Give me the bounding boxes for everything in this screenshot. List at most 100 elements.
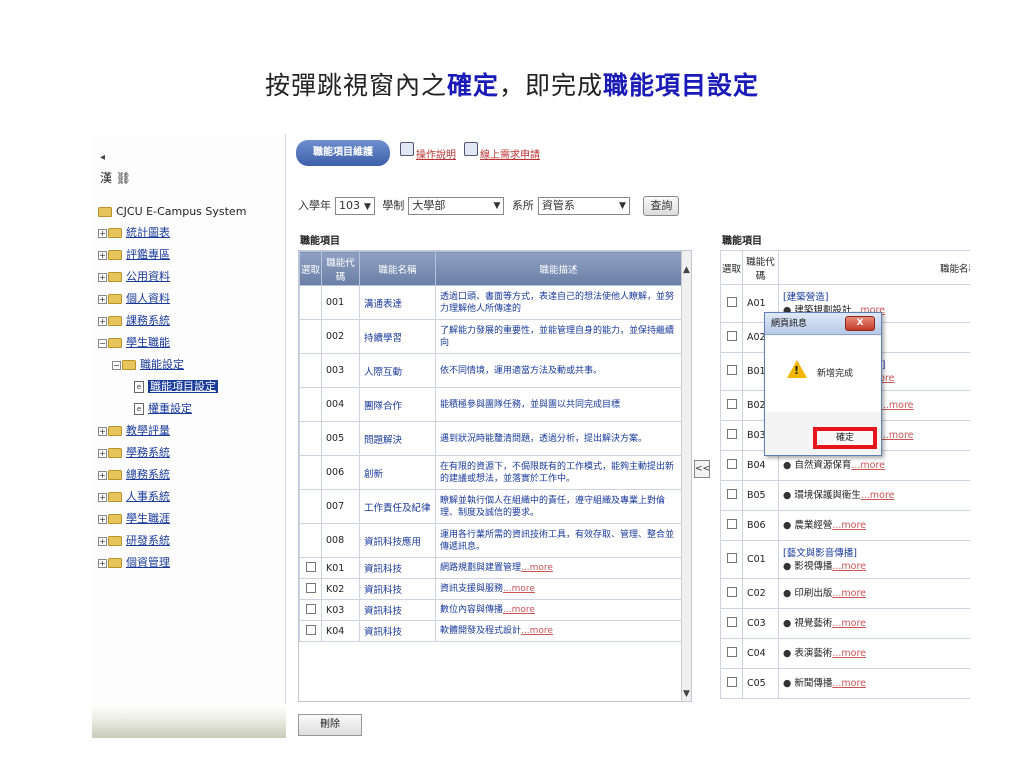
row-checkbox[interactable] <box>726 617 737 627</box>
tree-item-privacy[interactable]: + 個資管理 <box>98 555 170 571</box>
expand-plus-icon[interactable]: + <box>98 316 107 326</box>
code-cell: 004 <box>321 387 360 422</box>
tree-item-general-affairs[interactable]: + 總務系統 <box>98 467 170 483</box>
more-link[interactable]: ...more <box>832 678 866 689</box>
expand-plus-icon[interactable]: + <box>98 558 107 568</box>
tree-item-teaching-eval[interactable]: + 教學評量 <box>98 423 170 439</box>
more-link[interactable]: ...more <box>521 626 553 636</box>
row-checkbox[interactable] <box>726 519 737 529</box>
row-checkbox[interactable] <box>726 459 737 469</box>
table-row: C03 ● 視覺藝術...more <box>720 608 970 639</box>
row-checkbox[interactable] <box>726 553 737 563</box>
dept-label: 系所 <box>511 199 534 212</box>
tree-item-rnd[interactable]: + 研發系統 <box>98 533 170 549</box>
tree-item-stats[interactable]: + 統計圖表 <box>98 225 170 241</box>
tab-competency-maintenance[interactable]: 職能項目維護 <box>296 140 390 166</box>
expand-plus-icon[interactable]: + <box>98 536 107 546</box>
tree-item-career[interactable]: + 學生職涯 <box>98 511 170 527</box>
row-checkbox[interactable] <box>726 587 737 597</box>
folder-icon <box>108 514 122 524</box>
item-text: 環境保護與衛生 <box>794 490 861 501</box>
year-select[interactable]: 103 ▼ <box>335 197 375 215</box>
code-cell: 003 <box>321 353 360 388</box>
collapse-minus-icon[interactable]: − <box>98 338 107 348</box>
expand-plus-icon[interactable]: + <box>98 250 107 260</box>
more-link[interactable]: ...more <box>861 490 895 501</box>
row-checkbox[interactable] <box>726 331 737 341</box>
scroll-down-icon[interactable]: ▼ <box>683 689 690 699</box>
more-link[interactable]: ...more <box>503 605 535 615</box>
row-checkbox[interactable] <box>305 582 316 593</box>
query-button[interactable]: 查詢 <box>643 196 680 216</box>
left-table-scrollbar[interactable]: ▲ ▼ <box>681 251 691 701</box>
more-link[interactable]: ...more <box>880 400 914 411</box>
scroll-up-icon[interactable]: ▲ <box>683 265 690 275</box>
tree-item-public[interactable]: + 公用資料 <box>98 269 170 285</box>
row-checkbox[interactable] <box>726 399 737 409</box>
more-link[interactable]: ...more <box>832 561 866 572</box>
more-link[interactable]: ...more <box>832 520 866 531</box>
tree-item-label: 學生職能 <box>126 336 170 349</box>
tree-item-competency-setting[interactable]: − 職能設定 <box>112 357 184 373</box>
tree-item-hr[interactable]: + 人事系統 <box>98 489 170 505</box>
select-cell <box>720 390 743 421</box>
expand-plus-icon[interactable]: + <box>98 492 107 502</box>
more-link[interactable]: ...more <box>832 618 866 629</box>
more-link[interactable]: ...more <box>832 648 866 659</box>
table-row: 004 團隊合作 能積極參與團隊任務，並與團以共同完成目標 <box>299 387 682 422</box>
tree-item-student-affairs[interactable]: + 學務系統 <box>98 445 170 461</box>
delete-button[interactable]: 刪除 <box>298 714 362 736</box>
table-row: K01 資訊科技 網路規劃與建置管理...more <box>299 557 682 579</box>
slide-title: 按彈跳視窗內之確定，即完成職能項目設定 <box>0 66 1024 102</box>
expand-plus-icon[interactable]: + <box>98 294 107 304</box>
expand-plus-icon[interactable]: + <box>98 272 107 282</box>
code-cell: K03 <box>321 599 360 621</box>
expand-plus-icon[interactable]: + <box>98 426 107 436</box>
ok-button[interactable]: 確定 <box>813 427 877 449</box>
dept-select[interactable]: 資管系 ▼ <box>537 197 630 215</box>
online-request-link[interactable]: 線上需求申請 <box>480 146 540 161</box>
expand-plus-icon[interactable]: + <box>98 448 107 458</box>
expand-plus-icon[interactable]: + <box>98 470 107 480</box>
tree-item-personal[interactable]: + 個人資料 <box>98 291 170 307</box>
expand-plus-icon[interactable]: + <box>98 228 107 238</box>
table-row: K03 資訊科技 數位內容與傳播...more <box>299 599 682 621</box>
language-switch[interactable]: 漢 ⛓ <box>100 169 131 186</box>
tree-item-competency-item-setting[interactable]: e 職能項目設定 <box>134 379 218 395</box>
row-checkbox[interactable] <box>305 603 316 614</box>
row-checkbox[interactable] <box>726 429 737 439</box>
expand-plus-icon[interactable]: + <box>98 514 107 524</box>
row-checkbox[interactable] <box>726 297 737 307</box>
collapse-arrow-icon[interactable]: ◂ <box>100 152 105 163</box>
row-checkbox[interactable] <box>726 677 737 687</box>
collapse-minus-icon[interactable]: − <box>112 360 121 370</box>
more-link[interactable]: ...more <box>832 588 866 599</box>
school-select[interactable]: 大學部 ▼ <box>408 197 505 215</box>
tree-item-weight-setting[interactable]: e 權重設定 <box>134 401 192 417</box>
left-section-title: 職能項目 <box>300 236 340 247</box>
help-link[interactable]: 操作說明 <box>416 146 456 161</box>
more-link[interactable]: ...more <box>880 430 914 441</box>
tree-item-evaluation[interactable]: + 評鑑專區 <box>98 247 170 263</box>
main-panel: 職能項目維護 操作說明 線上需求申請 入學年 103 ▼ 學制 大學部 ▼ 系所 資管系 ▼… <box>286 134 970 738</box>
close-icon[interactable]: X <box>845 316 875 331</box>
tree-root[interactable]: CJCU E-Campus System <box>98 204 246 220</box>
dept-select-value: 資管系 <box>541 199 575 212</box>
move-left-button[interactable]: << <box>694 460 710 478</box>
more-link[interactable]: ...more <box>503 584 535 594</box>
row-checkbox[interactable] <box>305 624 316 635</box>
more-link[interactable]: ...more <box>851 460 885 471</box>
row-checkbox[interactable] <box>726 489 737 499</box>
desc-text: 遇到狀況時能釐清問題，透過分析，提出解決方案。 <box>440 433 648 444</box>
tree-item-course[interactable]: + 課務系統 <box>98 313 170 329</box>
table-row: 005 問題解決 遇到狀況時能釐清問題，透過分析，提出解決方案。 <box>299 421 682 456</box>
select-cell <box>299 557 322 579</box>
row-checkbox[interactable] <box>726 647 737 657</box>
row-checkbox[interactable] <box>305 561 316 572</box>
bullet-icon: ● <box>783 588 795 599</box>
bullet-icon: ● <box>783 520 795 531</box>
tree-item-competency[interactable]: − 學生職能 <box>98 335 170 351</box>
more-link[interactable]: ...more <box>521 563 553 573</box>
bullet-icon: ● <box>783 618 795 629</box>
row-checkbox[interactable] <box>726 365 737 375</box>
